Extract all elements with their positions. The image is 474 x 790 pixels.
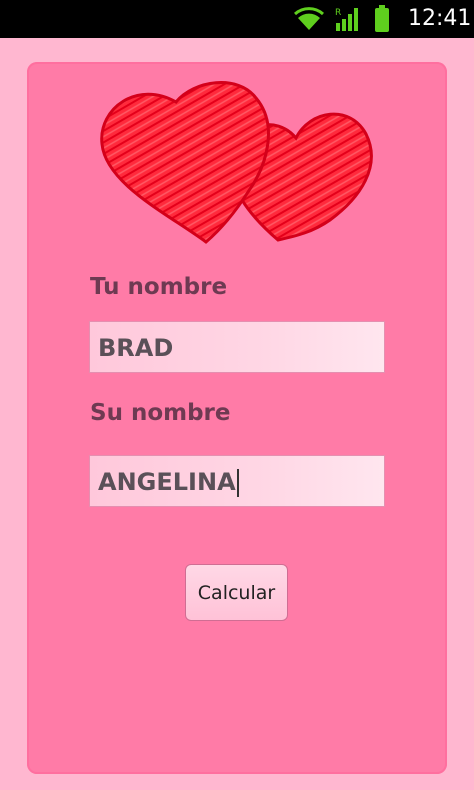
their-name-label: Su nombre [90,400,231,426]
battery-icon [374,5,390,37]
hearts-icon [98,74,382,246]
status-bar: R 12:41 [0,0,474,38]
svg-text:R: R [335,8,341,18]
calculate-button-label: Calcular [197,581,276,604]
signal-icon: R [334,6,360,36]
your-name-input[interactable]: BRAD [89,321,385,373]
their-name-value: ANGELINA [98,468,236,496]
clock: 12:41 [408,6,472,31]
your-name-value: BRAD [98,334,174,362]
their-name-input[interactable]: ANGELINA [89,455,385,507]
text-cursor [236,469,239,497]
your-name-label: Tu nombre [90,274,228,300]
wifi-icon [294,6,324,36]
calculate-button[interactable]: Calcular [185,564,288,621]
